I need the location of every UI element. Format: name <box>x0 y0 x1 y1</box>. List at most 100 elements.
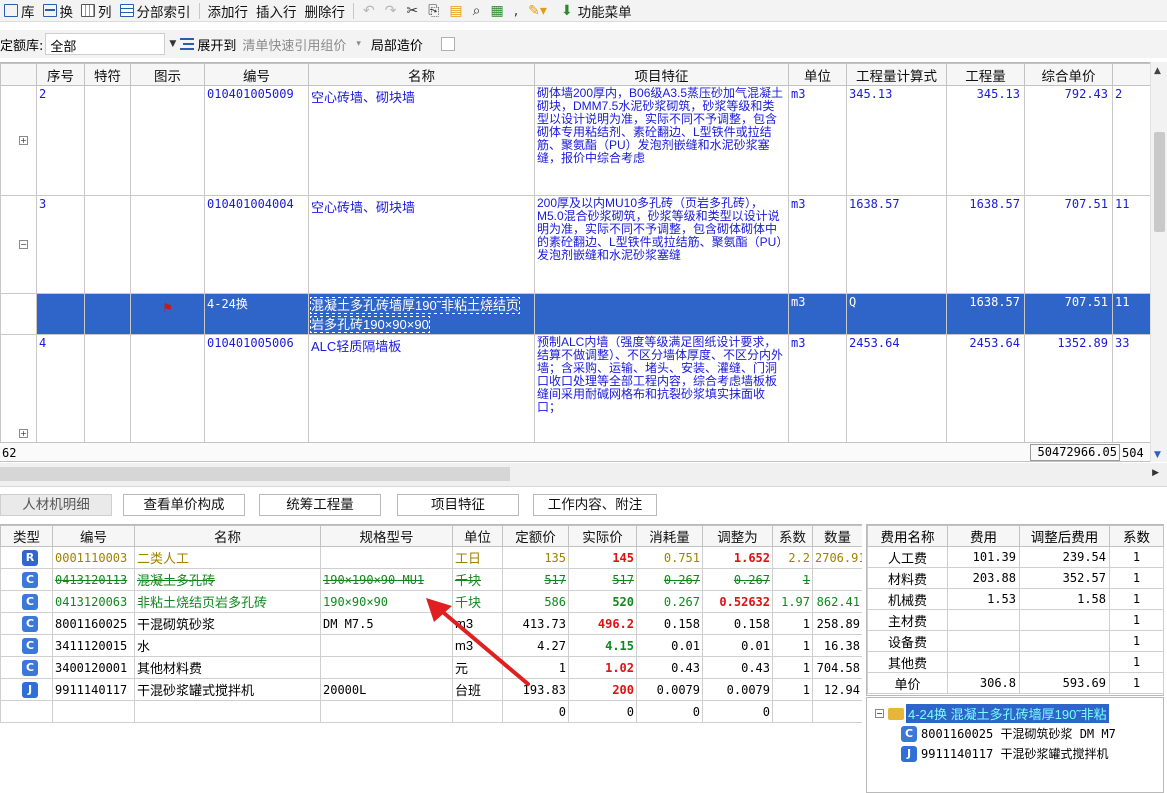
export-icon[interactable]: ▦ <box>485 3 508 19</box>
cell-code[interactable]: 9911140117 <box>52 678 135 701</box>
cell-base-price[interactable]: 4.27 <box>502 634 569 657</box>
cell-actual-price[interactable]: 0 <box>568 700 637 723</box>
cell-spec[interactable] <box>320 546 453 569</box>
table-row[interactable]: + 2 010401005009 空心砖墙、砌块墙 砌体墙200厚内，B06级A… <box>0 85 1150 196</box>
cell-actual-price[interactable]: 517 <box>568 568 637 591</box>
comma-icon[interactable]: , <box>509 3 523 19</box>
cell-diagram[interactable] <box>130 85 205 196</box>
cell-adjusted-fee[interactable]: 352.57 <box>1019 567 1110 589</box>
cell-quantity[interactable] <box>812 700 862 723</box>
cell-coefficient[interactable]: 1 <box>1109 546 1164 568</box>
cell-special[interactable] <box>84 85 131 196</box>
cell-spec[interactable] <box>320 634 453 657</box>
table-row-selected[interactable]: ⚑ 4-24换 混凝土多孔砖墙厚190˜非粘土烧结页岩多孔砖190×90×90 … <box>0 293 1150 335</box>
scroll-right-icon[interactable]: ▶ <box>1152 468 1159 478</box>
header-fee-name[interactable]: 费用名称 <box>867 525 948 547</box>
cell-actual-price[interactable]: 4.15 <box>568 634 637 657</box>
header-coefficient[interactable]: 系数 <box>772 525 813 547</box>
table-row[interactable]: 设备费 1 <box>867 630 1164 652</box>
cell-fee[interactable] <box>947 609 1020 631</box>
tab-unit-price-composition[interactable]: 查看单价构成 <box>123 494 245 516</box>
cut-icon[interactable]: ✂ <box>401 3 423 19</box>
cell-name[interactable]: 空心砖墙、砌块墙 <box>308 195 535 294</box>
cell-coefficient[interactable] <box>772 700 813 723</box>
cell-type[interactable]: J <box>0 678 53 701</box>
table-row[interactable]: C 3400120001 其他材料费 元 1 1.02 0.43 0.43 1 … <box>0 656 862 679</box>
cell-code[interactable]: 8001160025 <box>52 612 135 635</box>
cell-spec[interactable]: 190×190×90 MU1 <box>320 568 453 591</box>
cell-coefficient[interactable]: 2.2 <box>772 546 813 569</box>
redo-icon[interactable]: ↷ <box>380 3 402 19</box>
undo-icon[interactable]: ↶ <box>358 3 380 19</box>
header-adjusted[interactable]: 调整为 <box>702 525 773 547</box>
expand-to-button[interactable]: 展开到 <box>197 35 236 54</box>
header-actual-price[interactable]: 实际价 <box>568 525 637 547</box>
table-row[interactable]: 人工费 101.39 239.54 1 <box>867 546 1164 568</box>
cell-spec[interactable]: DM M7.5 <box>320 612 453 635</box>
cell-unit[interactable]: m3 <box>788 293 847 335</box>
cell-adjusted[interactable]: 0.43 <box>702 656 773 679</box>
cell-coefficient[interactable]: 1.97 <box>772 590 813 613</box>
cell-name[interactable]: 空心砖墙、砌块墙 <box>308 85 535 196</box>
cell-coefficient[interactable]: 1 <box>772 612 813 635</box>
cell-feature[interactable]: 砌体墙200厚内，B06级A3.5蒸压砂加气混凝土砌块，DMM7.5水泥砂浆砌筑… <box>534 85 789 196</box>
cell-name[interactable]: 混凝土多孔砖墙厚190˜非粘土烧结页岩多孔砖190×90×90 <box>308 293 535 335</box>
expand-icon[interactable] <box>180 38 195 50</box>
cell-adjusted[interactable]: 0 <box>702 700 773 723</box>
cell-quantity[interactable]: 2706.91 <box>812 546 862 569</box>
cell-adjusted[interactable]: 0.158 <box>702 612 773 635</box>
cell-coefficient[interactable]: 1 <box>1109 672 1164 694</box>
cell-adjusted[interactable]: 0.52632 <box>702 590 773 613</box>
add-row-button[interactable]: 添加行 <box>204 0 253 22</box>
header-code[interactable]: 编号 <box>204 63 309 86</box>
header-fee[interactable]: 费用 <box>947 525 1020 547</box>
cell-name[interactable]: 干混砌筑砂浆 <box>134 612 321 635</box>
chevron-down-icon[interactable]: ▾ <box>356 39 361 49</box>
cell-coefficient[interactable]: 1 <box>1109 567 1164 589</box>
cell-special[interactable] <box>84 293 131 335</box>
cell-adjusted-fee[interactable] <box>1019 609 1110 631</box>
cell-code[interactable]: 010401004004 <box>204 195 309 294</box>
table-row[interactable]: R 0001110003 二类人工 工日 135 145 0.751 1.652… <box>0 546 862 569</box>
cell-adjusted[interactable]: 0.0079 <box>702 678 773 701</box>
cell-adjusted[interactable]: 0.01 <box>702 634 773 657</box>
cell-fee[interactable]: 1.53 <box>947 588 1020 610</box>
cell-price[interactable]: 1352.89 <box>1024 334 1113 442</box>
cell-name[interactable]: 混凝土多孔砖 <box>134 568 321 591</box>
cell-quantity[interactable]: 12.94 <box>812 678 862 701</box>
delete-row-button[interactable]: 删除行 <box>301 0 350 22</box>
paint-icon[interactable]: ✎▾ <box>523 3 552 19</box>
cell-extra[interactable]: 33 <box>1112 334 1150 442</box>
cell-price[interactable]: 707.51 <box>1024 195 1113 294</box>
cell-base-price[interactable]: 193.83 <box>502 678 569 701</box>
cell-fee[interactable]: 203.88 <box>947 567 1020 589</box>
tab-work-content[interactable]: 工作内容、附注 <box>533 494 657 516</box>
columns-button[interactable]: 列 <box>77 0 116 22</box>
cell-unit[interactable] <box>452 700 503 723</box>
cell-diagram[interactable]: ⚑ <box>130 293 205 335</box>
table-row[interactable]: C 3411120015 水 m3 4.27 4.15 0.01 0.01 1 … <box>0 634 862 657</box>
horizontal-scrollbar[interactable]: ▶ <box>0 463 1167 487</box>
tree-cell[interactable]: + <box>0 85 37 196</box>
cell-fee[interactable]: 101.39 <box>947 546 1020 568</box>
tree-cell[interactable]: + <box>0 334 37 442</box>
cell-base-price[interactable]: 0 <box>502 700 569 723</box>
cell-code[interactable]: 010401005009 <box>204 85 309 196</box>
cell-adjusted-fee[interactable]: 239.54 <box>1019 546 1110 568</box>
cell-name[interactable]: 其他材料费 <box>134 656 321 679</box>
header-quantity[interactable]: 数量 <box>812 525 862 547</box>
cell-feature[interactable]: 200厚及以内MU10多孔砖（页岩多孔砖），M5.0混合砂浆砌筑，砂浆等级和类型… <box>534 195 789 294</box>
table-row[interactable]: 机械费 1.53 1.58 1 <box>867 588 1164 610</box>
tree-cell[interactable]: − <box>0 195 37 294</box>
cell-name[interactable]: ALC轻质隔墙板 <box>308 334 535 442</box>
cell-type[interactable]: C <box>0 612 53 635</box>
header-coefficient[interactable]: 系数 <box>1109 525 1164 547</box>
header-seq[interactable]: 序号 <box>36 63 85 86</box>
table-row[interactable]: 材料费 203.88 352.57 1 <box>867 567 1164 589</box>
header-formula[interactable]: 工程量计算式 <box>846 63 947 86</box>
cell-unit[interactable]: m3 <box>788 85 847 196</box>
header-adjusted-fee[interactable]: 调整后费用 <box>1019 525 1110 547</box>
quota-library-select[interactable]: 全部 <box>45 33 166 55</box>
cell-adjusted-fee[interactable] <box>1019 630 1110 652</box>
cell-base-price[interactable]: 1 <box>502 656 569 679</box>
